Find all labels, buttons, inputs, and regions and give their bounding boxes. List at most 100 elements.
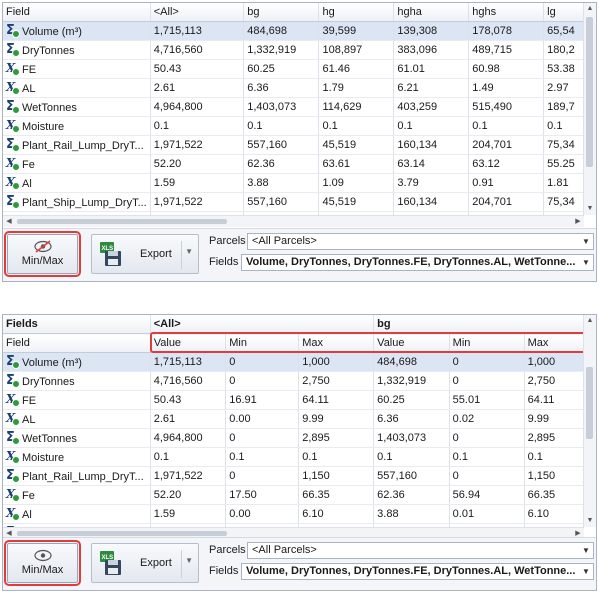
value-cell[interactable]: 3.79 [393,173,470,193]
value-cell[interactable]: 50.43 [150,390,227,410]
value-cell[interactable]: 0.02 [449,409,525,429]
field-cell[interactable]: X FE [3,59,151,79]
value-cell[interactable]: 52.20 [150,154,245,174]
value-cell[interactable]: 1,403,073 [243,97,320,117]
value-cell[interactable]: 6.21 [393,78,470,98]
field-cell[interactable]: X FE [3,390,151,410]
table-row[interactable]: XFe52.2062.3663.6163.1463.1255.25 [3,154,584,174]
value-cell[interactable]: 6.10 [298,504,375,524]
chevron-down-icon[interactable]: ▼ [579,543,593,558]
field-cell[interactable]: Σ Volume (m³) [3,352,151,372]
value-cell[interactable]: 0 [225,371,300,391]
value-cell[interactable]: 50.43 [150,59,245,79]
value-cell[interactable]: 515,490 [468,97,545,117]
value-cell[interactable]: 108,897 [318,40,395,60]
value-cell[interactable]: 62.36 [373,485,450,505]
value-cell[interactable]: 403,259 [393,97,470,117]
table-row[interactable]: Σ Plant_Rail_Lump_DryT... 1,971,522 0 1,150 5… [3,466,584,486]
value-cell[interactable]: 2,895 [524,428,584,448]
value-cell[interactable]: 16.91 [225,390,300,410]
value-cell[interactable]: 75,34 [543,192,584,212]
value-cell[interactable]: 383,096 [393,40,470,60]
scroll-right-arrow-icon[interactable]: ▶ [572,216,584,227]
minmax-button[interactable]: Min/Max [4,231,81,277]
field-cell[interactable]: XFe [3,154,151,174]
value-cell[interactable]: 52.20 [150,485,227,505]
value-cell[interactable]: 0 [449,428,525,448]
field-cell[interactable]: Σ Volume (m³) [3,21,151,41]
value-cell[interactable]: 64.11 [298,390,375,410]
value-cell[interactable]: 204,701 [468,192,545,212]
value-cell[interactable]: 484,698 [373,352,450,372]
column-header-value[interactable]: Value [150,333,227,353]
value-cell[interactable]: 1,332,919 [373,371,450,391]
value-cell[interactable]: 0.00 [225,504,300,524]
value-cell[interactable]: 60.98 [468,59,545,79]
value-cell[interactable]: 0.1 [468,116,545,136]
value-cell[interactable]: 0.1 [150,447,227,467]
table-row[interactable]: X FE 50.43 60.25 61.46 61.01 60.98 53.38 [3,59,584,79]
value-cell[interactable]: 0 [225,466,300,486]
value-cell[interactable]: 0 [449,466,525,486]
value-cell[interactable]: 65,54 [543,21,584,41]
field-cell[interactable]: Σ DryTonnes [3,40,151,60]
value-cell[interactable]: 0.1 [225,447,300,467]
value-cell[interactable]: 6.10 [524,504,584,524]
value-cell[interactable]: 75,34 [543,135,584,155]
field-cell[interactable]: Σ Plant_Rail_Lump_DryT... [3,466,151,486]
value-cell[interactable]: 189,7 [543,97,584,117]
value-cell[interactable]: 489,715 [468,40,545,60]
value-cell[interactable]: 9.99 [524,409,584,429]
table-row[interactable]: X AL 2.61 0.00 9.99 6.36 0.02 9.99 [3,409,584,429]
scroll-thumb[interactable] [17,531,227,536]
value-cell[interactable]: 53.38 [543,59,584,79]
value-cell[interactable]: 6.36 [373,409,450,429]
column-header-all[interactable]: <All> [150,3,245,22]
value-cell[interactable]: 6.36 [243,78,320,98]
value-cell[interactable]: 9.99 [298,409,375,429]
field-cell[interactable]: X AL [3,78,151,98]
field-cell[interactable]: X Al [3,173,151,193]
band-header-bg[interactable]: bg [373,315,584,334]
field-cell[interactable]: Σ DryTonnes [3,371,151,391]
chevron-down-icon[interactable]: ▼ [185,556,193,565]
value-cell[interactable]: 557,160 [243,192,320,212]
value-cell[interactable]: 0.01 [449,504,525,524]
value-cell[interactable]: 1.49 [468,78,545,98]
value-cell[interactable]: 1,000 [524,352,584,372]
chevron-down-icon[interactable]: ▼ [579,234,593,249]
minmax-button[interactable]: Min/Max [4,540,81,586]
chevron-down-icon[interactable]: ▼ [579,255,593,270]
parcels-dropdown[interactable]: <All Parcels> ▼ [247,542,594,559]
value-cell[interactable]: 2.97 [543,78,584,98]
table-row[interactable]: X Al 1.59 3.88 1.09 3.79 0.91 1.81 [3,173,584,193]
value-cell[interactable]: 0.1 [318,116,395,136]
scroll-up-arrow-icon[interactable]: ▲ [584,315,596,327]
table-row[interactable]: Σ Volume (m³) 1,715,113 484,698 39,599 139,30… [3,21,584,41]
value-cell[interactable]: 139,308 [393,21,470,41]
scroll-up-arrow-icon[interactable]: ▲ [584,3,596,15]
value-cell[interactable]: 0.1 [298,447,375,467]
value-cell[interactable]: 160,134 [393,192,470,212]
field-cell[interactable]: X Moisture [3,447,151,467]
field-cell[interactable]: Σ WetTonnes [3,97,151,117]
value-cell[interactable]: 56.94 [449,485,525,505]
value-cell[interactable]: 0.1 [393,116,470,136]
value-cell[interactable]: 204,701 [468,135,545,155]
scroll-thumb[interactable] [586,367,593,439]
value-cell[interactable]: 2,750 [524,371,584,391]
value-cell[interactable]: 3.88 [373,504,450,524]
value-cell[interactable]: 1,715,113 [150,21,245,41]
table-row[interactable]: X Fe 52.20 17.50 66.35 62.36 56.94 66.35 [3,485,584,505]
column-header-field[interactable]: Field [3,333,151,353]
value-cell[interactable]: 55.01 [449,390,525,410]
table-row[interactable]: X Al 1.59 0.00 6.10 3.88 0.01 6.10 [3,504,584,524]
value-cell[interactable]: 0 [225,352,300,372]
column-header-hghs[interactable]: hghs [468,3,545,22]
value-cell[interactable]: 0 [449,371,525,391]
value-cell[interactable]: 62.36 [243,154,320,174]
chevron-down-icon[interactable]: ▼ [579,564,593,579]
value-cell[interactable]: 1,000 [298,352,375,372]
value-cell[interactable]: 180,2 [543,40,584,60]
value-cell[interactable]: 60.25 [243,59,320,79]
